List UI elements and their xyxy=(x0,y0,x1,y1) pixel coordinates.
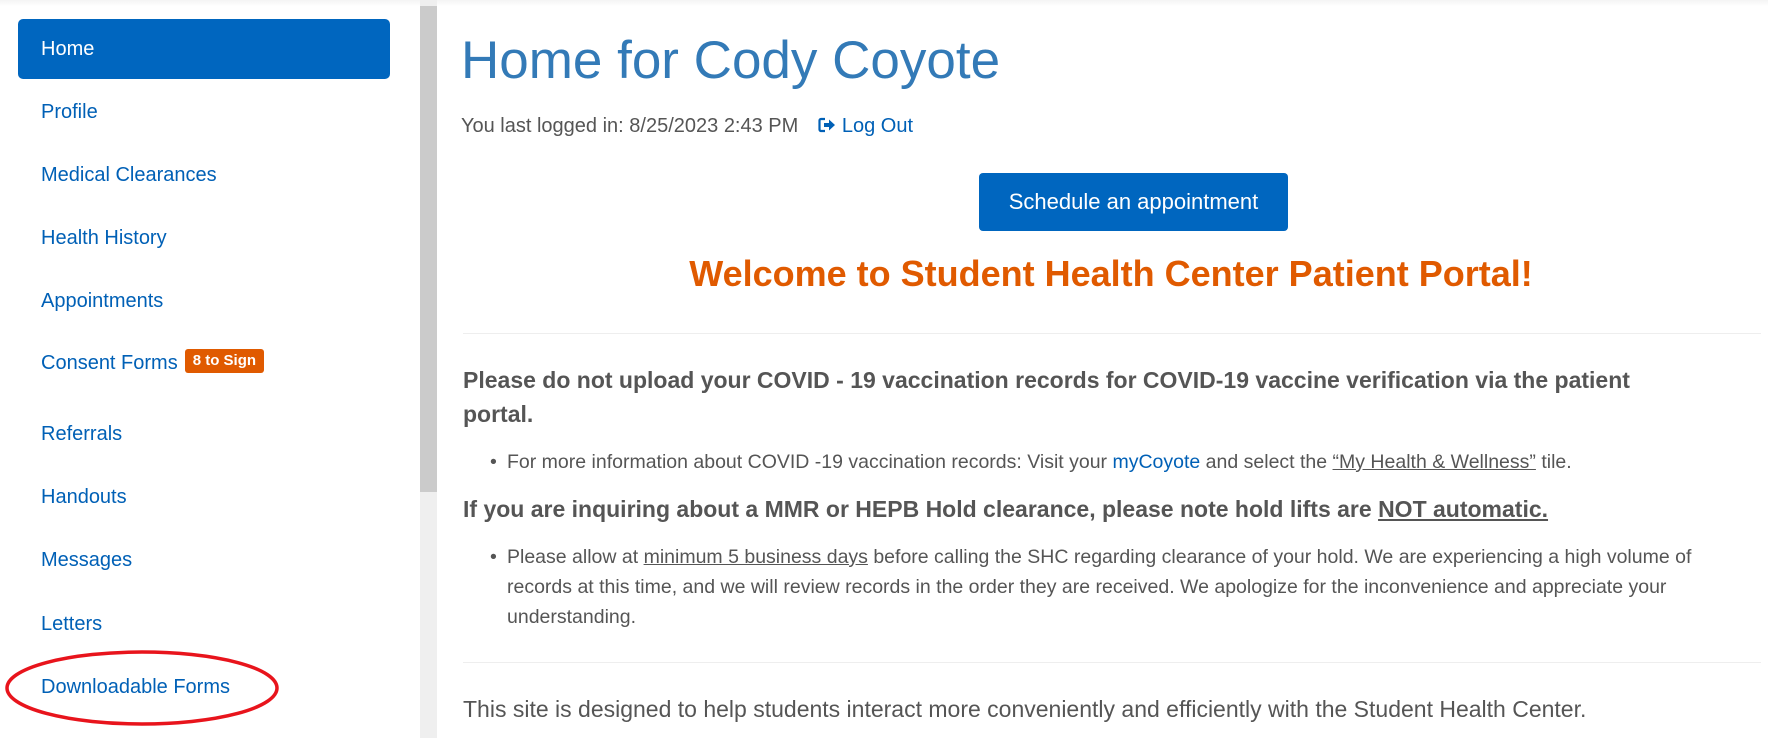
heading-text: If you are inquiring about a MMR or HEPB… xyxy=(463,496,1379,522)
sidebar-item-medical-clearances[interactable]: Medical Clearances xyxy=(18,145,390,205)
bullet-text: Please allow at xyxy=(507,546,644,568)
sidebar-item-label: Letters xyxy=(41,612,103,635)
last-login-text: You last logged in: 8/25/2023 2:43 PM xyxy=(461,115,799,137)
sidebar-item-label: Consent Forms xyxy=(41,351,178,374)
sidebar-item-health-history[interactable]: Health History xyxy=(18,208,390,268)
sidebar-scrollbar[interactable] xyxy=(420,0,437,738)
minimum-days-text: minimum 5 business days xyxy=(643,546,868,568)
scrollbar-thumb[interactable] xyxy=(420,6,437,492)
sidebar-item-consent-forms[interactable]: Consent Forms 8 to Sign xyxy=(18,333,390,393)
sidebar-item-label: Downloadable Forms xyxy=(41,675,230,698)
divider xyxy=(463,333,1761,334)
covid-notice-heading: Please do not upload your COVID - 19 vac… xyxy=(463,367,1630,427)
schedule-appointment-button[interactable]: Schedule an appointment xyxy=(979,173,1288,231)
my-health-wellness-text: “My Health & Wellness” xyxy=(1332,451,1536,473)
sidebar-item-letters[interactable]: Letters xyxy=(18,594,390,654)
last-login-info: You last logged in: 8/25/2023 2:43 PM Lo… xyxy=(461,115,913,138)
covid-info-bullet: For more information about COVID -19 vac… xyxy=(490,447,1747,477)
divider xyxy=(463,662,1761,663)
sidebar-item-label: Referrals xyxy=(41,422,123,445)
bullet-text: For more information about COVID -19 vac… xyxy=(507,451,1113,473)
hold-info-bullet: Please allow at minimum 5 business days … xyxy=(490,542,1747,632)
logout-label: Log Out xyxy=(841,115,914,137)
sidebar-item-downloadable-forms[interactable]: Downloadable Forms xyxy=(18,657,390,717)
sidebar-item-label: Health History xyxy=(41,226,167,249)
sidebar-item-label: Appointments xyxy=(41,289,164,312)
bullet-text: and select the xyxy=(1200,451,1333,473)
sign-out-icon xyxy=(818,117,835,133)
to-sign-badge: 8 to Sign xyxy=(184,349,265,373)
sidebar-item-label: Profile xyxy=(41,100,98,123)
sidebar-item-label: Medical Clearances xyxy=(41,163,217,186)
sidebar-item-profile[interactable]: Profile xyxy=(18,82,390,142)
site-description: This site is designed to help students i… xyxy=(463,696,1587,722)
hold-notice-heading: If you are inquiring about a MMR or HEPB… xyxy=(463,492,1548,526)
page-title: Home for Cody Coyote xyxy=(461,31,1001,90)
sidebar-item-label: Home xyxy=(41,37,95,60)
sidebar-item-messages[interactable]: Messages xyxy=(18,530,390,590)
not-automatic-text: NOT automatic. xyxy=(1378,496,1549,522)
sidebar-item-home[interactable]: Home xyxy=(18,19,390,79)
bullet-text: tile. xyxy=(1535,451,1572,473)
sidebar-item-label: Handouts xyxy=(41,485,127,508)
sidebar-item-appointments[interactable]: Appointments xyxy=(18,271,390,331)
sidebar-item-handouts[interactable]: Handouts xyxy=(18,467,390,527)
welcome-heading: Welcome to Student Health Center Patient… xyxy=(689,253,1533,294)
sidebar-item-label: Messages xyxy=(41,548,133,571)
sidebar-item-referrals[interactable]: Referrals xyxy=(18,404,390,464)
logout-link[interactable]: Log Out xyxy=(818,115,913,137)
sidebar-nav: Home Profile Medical Clearances Health H… xyxy=(0,0,420,738)
mycoyote-link[interactable]: myCoyote xyxy=(1112,451,1200,473)
